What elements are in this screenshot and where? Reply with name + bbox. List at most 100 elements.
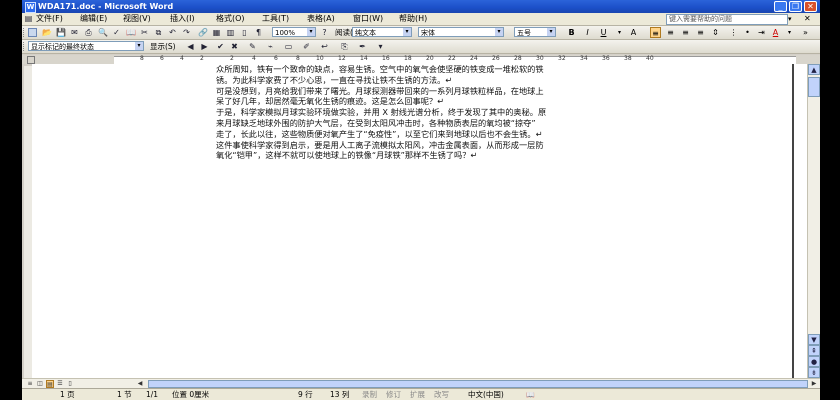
font-size-dropdown-icon[interactable]: ▾ bbox=[547, 28, 555, 36]
help-dropdown-icon[interactable]: ▾ bbox=[788, 13, 792, 25]
zoom-select[interactable]: 100% ▾ bbox=[272, 27, 316, 37]
insert-comment-icon[interactable]: ✎ bbox=[248, 42, 257, 51]
scroll-up-icon[interactable]: ▲ bbox=[808, 64, 820, 75]
reply-comment-icon[interactable]: ↩ bbox=[320, 42, 329, 51]
menu-table[interactable]: 表格(A) bbox=[307, 13, 335, 25]
vertical-scroll-thumb[interactable] bbox=[808, 77, 820, 97]
ink-icon[interactable]: ✒ bbox=[358, 42, 367, 51]
tables-borders-icon[interactable]: ▦ bbox=[212, 28, 221, 37]
menu-file[interactable]: 文件(F) bbox=[36, 13, 63, 25]
text-line[interactable]: 这件事使科学家得到启示，要是用人工离子流模拟太阳风，冲击金属表面，从而形成一层防 bbox=[216, 140, 796, 151]
char-scaling-icon[interactable]: A bbox=[628, 27, 639, 38]
status-line[interactable]: 9 行 bbox=[298, 389, 313, 400]
underline-button[interactable]: U bbox=[598, 27, 609, 38]
columns-icon[interactable]: ▯ bbox=[240, 28, 249, 37]
italic-button[interactable]: I bbox=[582, 27, 593, 38]
print-preview-icon[interactable]: 🔍 bbox=[98, 28, 108, 37]
permission-icon[interactable]: ✉ bbox=[70, 28, 79, 37]
status-page[interactable]: 1 页 bbox=[60, 389, 75, 400]
show-hide-icon[interactable]: ¶ bbox=[254, 28, 263, 37]
align-center-button[interactable]: ≡ bbox=[665, 27, 676, 38]
hyperlink-icon[interactable]: 🔗 bbox=[198, 28, 208, 37]
font-size-select[interactable]: 五号 ▾ bbox=[514, 27, 556, 37]
spelling-icon[interactable]: ✓ bbox=[112, 28, 121, 37]
status-ext[interactable]: 扩展 bbox=[410, 389, 425, 400]
horizontal-scroll-thumb[interactable] bbox=[148, 380, 808, 388]
help-icon[interactable]: ? bbox=[320, 28, 329, 37]
status-page-of[interactable]: 1/1 bbox=[146, 389, 158, 400]
align-left-button[interactable]: ≡ bbox=[650, 27, 661, 38]
font-select[interactable]: 宋体 ▾ bbox=[418, 27, 504, 37]
display-for-review-dropdown-icon[interactable]: ▾ bbox=[135, 42, 143, 50]
text-line[interactable]: 来月球缺乏地球外围的防护大气层，在受到太阳风冲击时，各种物质表层的氧均被“掠夺” bbox=[216, 118, 796, 129]
justify-button[interactable]: ≡ bbox=[695, 27, 706, 38]
status-section[interactable]: 1 节 bbox=[117, 389, 132, 400]
text-line[interactable]: 锈。为此科学家费了不少心思，一直在寻找让铁不生锈的方法。↵ bbox=[216, 75, 796, 86]
scroll-right-icon[interactable]: ▶ bbox=[810, 380, 818, 388]
line-spacing-icon[interactable]: ⇕ bbox=[710, 27, 721, 38]
menu-view[interactable]: 视图(V) bbox=[123, 13, 151, 25]
font-color-dropdown-icon[interactable]: ▾ bbox=[784, 27, 795, 38]
close-button[interactable]: ✕ bbox=[804, 1, 817, 12]
underline-dropdown-icon[interactable]: ▾ bbox=[614, 27, 625, 38]
document-icon[interactable]: ▤ bbox=[24, 14, 33, 23]
zoom-dropdown-icon[interactable]: ▾ bbox=[307, 28, 315, 36]
copy-icon[interactable]: ⧉ bbox=[154, 28, 163, 37]
highlight-icon[interactable]: ✐ bbox=[302, 42, 311, 51]
bold-button[interactable]: B bbox=[566, 27, 577, 38]
show-markup-button[interactable]: 显示(S) bbox=[150, 40, 176, 53]
menu-help[interactable]: 帮助(H) bbox=[399, 13, 427, 25]
menu-format[interactable]: 格式(O) bbox=[216, 13, 245, 25]
reading-layout-icon[interactable]: ▯ bbox=[66, 380, 74, 388]
text-line[interactable]: 众所周知，铁有一个致命的缺点，容易生锈。空气中的氧气会使坚硬的铁变成一堆松软的铁 bbox=[216, 64, 796, 75]
save-icon[interactable]: 💾 bbox=[56, 28, 66, 37]
print-icon[interactable]: ⎙ bbox=[84, 28, 93, 37]
insert-table-icon[interactable]: ▥ bbox=[226, 28, 235, 37]
numbering-icon[interactable]: ⋮ bbox=[728, 27, 739, 38]
new-document-icon[interactable] bbox=[28, 28, 37, 37]
menu-tools[interactable]: 工具(T) bbox=[262, 13, 289, 25]
web-layout-icon[interactable]: ◫ bbox=[36, 380, 44, 388]
status-column[interactable]: 13 列 bbox=[330, 389, 349, 400]
open-icon[interactable]: 📂 bbox=[42, 28, 52, 37]
previous-change-icon[interactable]: ◀ bbox=[186, 42, 195, 51]
display-for-review-select[interactable]: 显示标记的最终状态 ▾ bbox=[28, 41, 144, 51]
next-change-icon[interactable]: ▶ bbox=[200, 42, 209, 51]
reviewing-pane-icon[interactable]: ▭ bbox=[284, 42, 293, 51]
track-changes-icon[interactable]: ⌁ bbox=[266, 42, 275, 51]
maximize-button[interactable]: ❐ bbox=[789, 1, 802, 12]
tab-selector[interactable] bbox=[27, 56, 35, 64]
minimize-button[interactable]: _ bbox=[774, 1, 787, 12]
outline-view-icon[interactable]: ☰ bbox=[56, 380, 64, 388]
style-select[interactable]: 纯文本 ▾ bbox=[352, 27, 412, 37]
text-line[interactable]: 可是没想到，月亮给我们带来了曙光。月球探测器带回来的一系列月球铁粒样品，在地球上 bbox=[216, 86, 796, 97]
toolbar-options-icon[interactable]: » bbox=[800, 27, 811, 38]
toolbar-grip[interactable] bbox=[23, 28, 26, 37]
document-text[interactable]: 众所周知，铁有一个致命的缺点，容易生锈。空气中的氧气会使坚硬的铁变成一堆松软的铁… bbox=[216, 64, 796, 161]
vertical-scrollbar[interactable]: ▲ ▼ ⇞ ● ⇟ bbox=[807, 64, 820, 378]
text-line[interactable]: 呆了好几年，却居然毫无氧化生锈的痕迹。这是怎么回事呢？↵ bbox=[216, 96, 796, 107]
status-trk[interactable]: 修订 bbox=[386, 389, 401, 400]
select-browse-object-icon[interactable]: ● bbox=[808, 356, 820, 367]
menu-window[interactable]: 窗口(W) bbox=[353, 13, 383, 25]
research-icon[interactable]: 📖 bbox=[126, 28, 136, 37]
word-app-icon[interactable]: W bbox=[25, 2, 36, 13]
document-close-icon[interactable]: ✕ bbox=[804, 14, 811, 24]
spelling-status-icon[interactable]: 📖 bbox=[526, 389, 535, 400]
font-color-icon[interactable]: A bbox=[770, 27, 781, 38]
previous-page-icon[interactable]: ⇞ bbox=[808, 345, 820, 356]
reviewing-options-icon[interactable]: ▾ bbox=[376, 42, 385, 51]
indent-icon[interactable]: ⇥ bbox=[756, 27, 767, 38]
text-line[interactable]: 氧化“铠甲”，这样不就可以使地球上的铁像“月球铁”那样不生锈了吗？↵ bbox=[216, 150, 796, 161]
font-dropdown-icon[interactable]: ▾ bbox=[495, 28, 503, 36]
scroll-left-icon[interactable]: ◀ bbox=[136, 380, 144, 388]
menu-insert[interactable]: 插入(I) bbox=[170, 13, 195, 25]
help-question-input[interactable]: 键入需要帮助的问题 bbox=[666, 14, 788, 25]
menu-edit[interactable]: 编辑(E) bbox=[80, 13, 107, 25]
text-line[interactable]: 走了，长此以往，这些物质便对氧产生了“免疫性”，以至它们来到地球以后也不会生锈。… bbox=[216, 129, 796, 140]
cut-icon[interactable]: ✂ bbox=[140, 28, 149, 37]
style-dropdown-icon[interactable]: ▾ bbox=[403, 28, 411, 36]
compare-icon[interactable]: ⎘ bbox=[340, 42, 349, 51]
reject-change-icon[interactable]: ✖ bbox=[230, 42, 239, 51]
accept-change-icon[interactable]: ✔ bbox=[216, 42, 225, 51]
